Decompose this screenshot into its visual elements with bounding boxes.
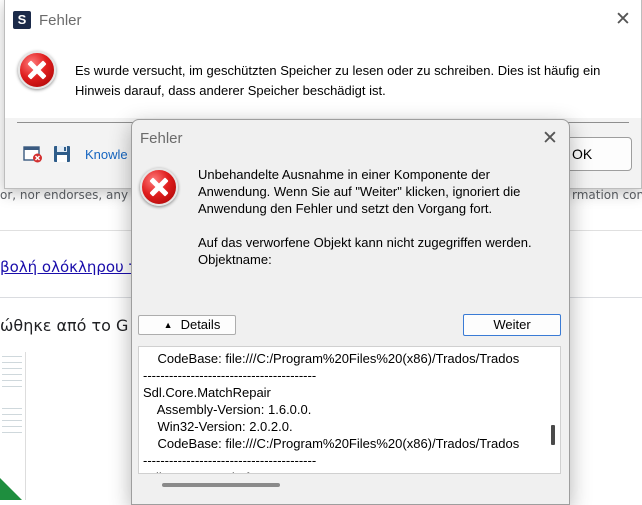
horizontal-scrollbar[interactable] (138, 476, 561, 492)
details-toggle-button[interactable]: ▲ Details (138, 315, 236, 335)
back-dialog-title: Fehler (39, 12, 82, 29)
continue-button[interactable]: Weiter (463, 314, 561, 336)
save-icon[interactable] (52, 145, 72, 163)
details-label: Details (180, 317, 221, 332)
app-logo-icon: S (13, 11, 31, 29)
message-line: Auf das verworfene Objekt kann nicht zug… (198, 235, 532, 250)
bg-heading: ώθηκε από το G (0, 316, 129, 335)
vertical-scrollbar[interactable] (546, 347, 560, 473)
vertical-scroll-thumb[interactable] (551, 425, 555, 445)
front-dialog-title: Fehler (140, 130, 183, 147)
bg-thumbnail-corner (0, 478, 22, 500)
back-dialog-message: Es wurde versucht, im geschützten Speich… (75, 63, 601, 98)
bg-link[interactable]: βολή ολόκληρου το (0, 258, 147, 276)
error-icon (18, 51, 56, 89)
front-dialog-close-icon[interactable]: ✕ (540, 129, 560, 149)
front-error-dialog: Fehler ✕ Unbehandelte Ausnahme in einer … (131, 119, 570, 505)
details-text: CodeBase: file:///C:/Program%20Files%20(… (143, 351, 520, 473)
horizontal-scroll-thumb[interactable] (162, 483, 280, 487)
knowledge-link[interactable]: Knowle (85, 147, 128, 162)
details-textbox[interactable]: CodeBase: file:///C:/Program%20Files%20(… (138, 346, 561, 474)
collapse-arrow-icon: ▲ (163, 320, 173, 330)
back-dialog-close-icon[interactable]: ✕ (613, 10, 633, 30)
bg-footer-text-left: or, nor endorses, any op (0, 188, 147, 202)
message-line: Objektname: (198, 252, 272, 267)
back-dialog-titlebar: S Fehler ✕ (5, 0, 641, 40)
ok-button[interactable]: OK (560, 137, 632, 171)
message-line: Unbehandelte Ausnahme in einer Komponent… (198, 167, 521, 216)
bg-footer-text-right: rmation contai (572, 188, 642, 202)
bg-spreadsheet-thumbnail[interactable] (0, 352, 26, 500)
window-close-icon[interactable] (23, 145, 43, 163)
back-dialog-body: Es wurde versucht, im geschützten Speich… (5, 40, 641, 118)
front-dialog-message: Unbehandelte Ausnahme in einer Komponent… (198, 166, 558, 268)
error-icon (140, 168, 178, 206)
